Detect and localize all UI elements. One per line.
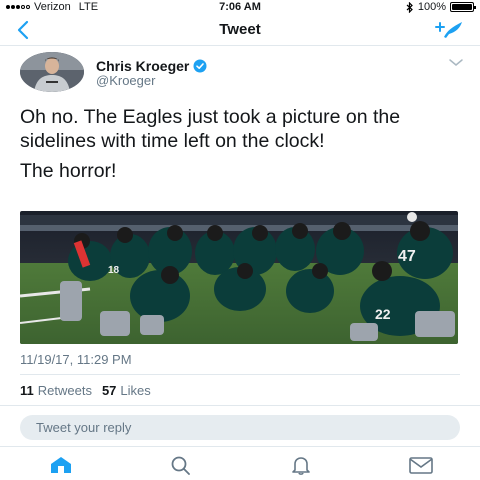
bluetooth-icon	[406, 1, 413, 13]
tab-bar	[0, 446, 480, 480]
retweets-stat[interactable]: 11 Retweets	[20, 383, 92, 398]
avatar[interactable]	[20, 52, 84, 92]
tweet-header: Chris Kroeger @Kroeger	[20, 52, 470, 96]
reply-bar	[0, 408, 480, 446]
messages-icon[interactable]	[408, 455, 434, 475]
tweet-timestamp: 11/19/17, 11:29 PM	[20, 352, 132, 367]
divider	[20, 374, 460, 375]
back-chevron-icon[interactable]	[14, 19, 34, 41]
likes-count: 57	[101, 383, 117, 398]
verified-badge-icon	[193, 59, 207, 73]
tweet-stats: 11 Retweets 57 Likes	[20, 383, 151, 398]
likes-label: Likes	[120, 383, 151, 398]
compose-tweet-icon[interactable]	[432, 19, 466, 41]
search-icon[interactable]	[168, 455, 194, 475]
battery-icon	[450, 2, 476, 12]
tweet-photo[interactable]: 47 22 18	[20, 211, 458, 344]
chevron-down-icon[interactable]	[448, 58, 464, 68]
user-name-row: Chris Kroeger	[96, 58, 207, 74]
svg-text:22: 22	[375, 306, 391, 322]
likes-stat[interactable]: 57 Likes	[102, 383, 151, 398]
status-right: 100%	[406, 1, 476, 13]
author-name[interactable]: Chris Kroeger	[96, 58, 189, 74]
divider	[0, 405, 480, 406]
team-photo-image: 47 22 18	[20, 211, 458, 344]
retweets-label: Retweets	[37, 383, 92, 398]
svg-text:47: 47	[398, 248, 416, 265]
author-handle[interactable]: @Kroeger	[96, 73, 155, 88]
reply-input[interactable]	[20, 415, 460, 440]
tweet-text: Oh no. The Eagles just took a picture on…	[20, 105, 460, 189]
retweets-count: 11	[20, 383, 34, 398]
notifications-icon[interactable]	[288, 455, 314, 475]
battery-percent: 100%	[417, 1, 446, 13]
svg-text:18: 18	[108, 265, 120, 276]
page-title: Tweet	[219, 21, 261, 38]
tweet-text-line-2: The horror!	[20, 160, 117, 182]
nav-bar: Tweet	[0, 14, 480, 46]
tweet-text-line-1: Oh no. The Eagles just took a picture on…	[20, 106, 401, 152]
home-icon[interactable]	[48, 455, 74, 475]
status-bar: Verizon LTE 7:06 AM 100%	[0, 0, 480, 14]
